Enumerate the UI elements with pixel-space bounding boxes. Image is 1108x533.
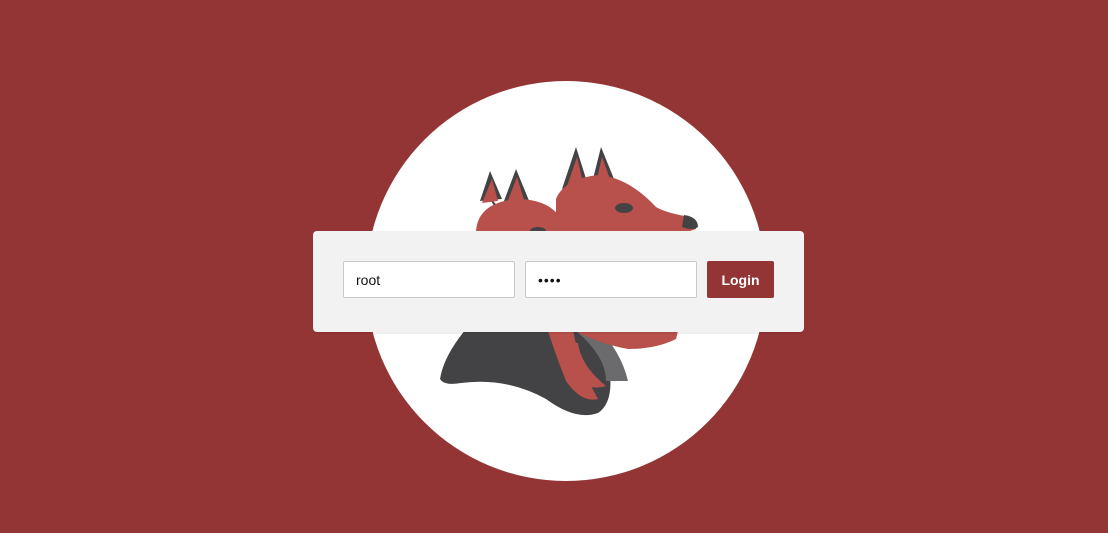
username-field[interactable] (343, 261, 515, 298)
password-field[interactable] (525, 261, 697, 298)
login-page: Login (0, 0, 1108, 533)
login-button[interactable]: Login (707, 261, 774, 298)
login-card: Login (313, 231, 804, 332)
